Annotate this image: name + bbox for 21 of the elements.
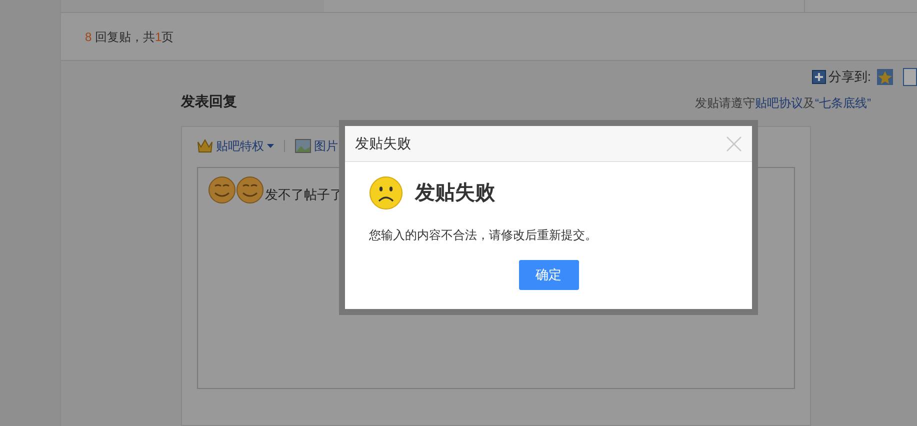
dialog-heading: 发贴失败 — [415, 181, 495, 206]
dialog-title: 发贴失败 — [355, 134, 411, 153]
plus-icon[interactable] — [812, 70, 826, 84]
sad-face-icon — [369, 176, 403, 210]
image-icon — [295, 139, 311, 153]
toolbar-button[interactable]: 图片 — [295, 137, 338, 155]
agreement-link[interactable]: 贴吧协议 — [755, 96, 803, 110]
share-icon[interactable] — [903, 68, 917, 86]
caret-icon — [267, 144, 274, 148]
confirm-button[interactable]: 确定 — [518, 260, 578, 290]
toolbar-button[interactable]: 贴吧特权 — [197, 137, 274, 155]
rules-link[interactable]: “七条底线” — [815, 96, 871, 110]
emoticon-icon — [208, 176, 236, 204]
emoticon-icon — [236, 176, 264, 204]
star-icon[interactable] — [877, 68, 893, 85]
dialog-message: 您输入的内容不合法，请修改后重新提交。 — [369, 227, 598, 244]
section-title: 发表回复 — [181, 92, 237, 111]
reply-count-summary: 8 回复贴，共1页 — [85, 28, 174, 46]
posting-notice: 发贴请遵守贴吧协议及“七条底线” — [695, 95, 871, 112]
share-label: 分享到: — [828, 68, 871, 86]
crown-icon — [197, 139, 213, 153]
